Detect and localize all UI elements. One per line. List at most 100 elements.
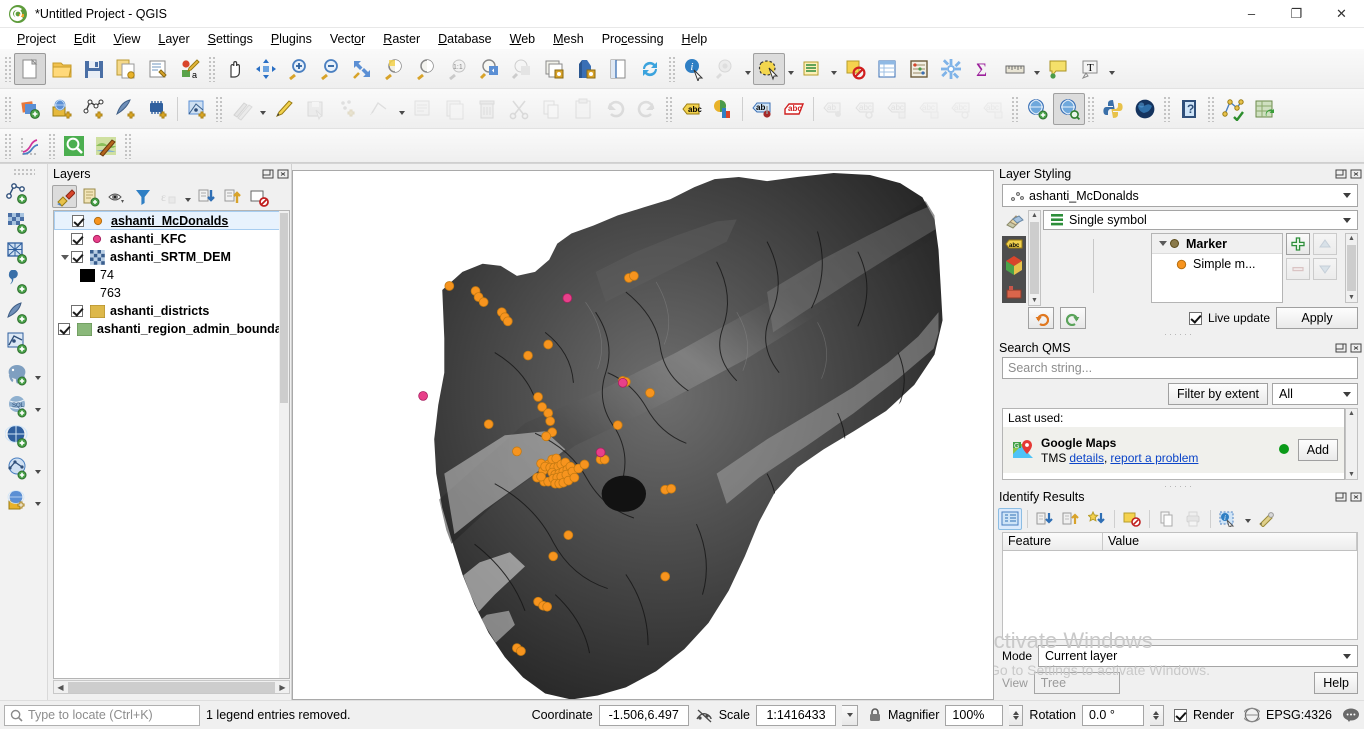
toolbar-grip[interactable]	[1011, 95, 1019, 122]
open-layer-styling-icon[interactable]	[52, 185, 77, 208]
menu-settings[interactable]: Settings	[199, 30, 262, 48]
multi-edit-icon[interactable]	[439, 93, 471, 125]
add-raster-layer-icon[interactable]	[46, 93, 78, 125]
renderer-combo[interactable]: Single symbol	[1043, 210, 1358, 230]
save-layer-edits-icon[interactable]	[300, 93, 332, 125]
qms-add-button[interactable]: Add	[1297, 439, 1338, 461]
sum-icon[interactable]: Σ	[967, 53, 999, 85]
qms-results-scrollbar[interactable]: ▲ ▼	[1345, 408, 1358, 480]
move-label-icon[interactable]: ab	[817, 93, 849, 125]
panel-splitter[interactable]: ······	[994, 330, 1364, 339]
new-project-icon[interactable]	[14, 52, 46, 85]
pin-labels-icon[interactable]: ab	[746, 93, 778, 125]
mcdonalds-point-marker[interactable]	[523, 350, 533, 361]
layer-visibility-checkbox[interactable]	[71, 251, 83, 263]
deselect-features-icon[interactable]	[839, 53, 871, 85]
menu-plugins[interactable]: Plugins	[262, 30, 321, 48]
chevron-down-icon[interactable]	[33, 484, 44, 516]
chevron-down-icon[interactable]	[1339, 193, 1355, 198]
qms-report-problem-link[interactable]: report a problem	[1110, 451, 1198, 465]
toolbar-grip[interactable]	[668, 55, 676, 82]
identify-help-button[interactable]: Help	[1314, 672, 1358, 694]
scroll-left-icon[interactable]: ◀	[54, 683, 67, 692]
symbol-tree-row-simple-marker[interactable]: Simple m...	[1152, 254, 1282, 274]
move-symbol-layer-up-button[interactable]	[1313, 233, 1337, 255]
pan-to-selection-icon[interactable]	[250, 53, 282, 85]
toolbar-grip[interactable]	[48, 132, 56, 159]
label-toolbar-icon[interactable]: abc	[675, 93, 707, 125]
add-vector-layer-icon[interactable]	[3, 178, 33, 208]
toolbar-grip[interactable]	[1207, 95, 1215, 122]
pan-map-icon[interactable]	[218, 53, 250, 85]
paste-features-icon[interactable]	[567, 93, 599, 125]
toggle-editing-icon[interactable]	[268, 93, 300, 125]
undock-icon[interactable]	[1334, 341, 1347, 354]
kfc-point-marker[interactable]	[595, 447, 606, 458]
layer-tree-scrollbar[interactable]	[279, 211, 289, 678]
layer-tree-row[interactable]: 763	[54, 284, 289, 302]
chevron-down-icon[interactable]	[742, 53, 753, 85]
messages-icon[interactable]	[1342, 707, 1360, 723]
redo-icon[interactable]	[631, 93, 663, 125]
expand-new-icon[interactable]	[1033, 508, 1057, 530]
render-checkbox[interactable]	[1173, 708, 1187, 722]
maximize-button[interactable]: ❐	[1274, 0, 1319, 28]
crs-label[interactable]: EPSG:4326	[1266, 708, 1332, 722]
chevron-down-icon[interactable]	[257, 93, 268, 125]
layer-visibility-checkbox[interactable]	[58, 323, 70, 335]
delete-selected-icon[interactable]	[471, 93, 503, 125]
manage-visibility-icon[interactable]	[104, 185, 129, 208]
3d-view-tab-icon[interactable]	[1002, 251, 1026, 282]
change-label2-icon[interactable]: abc	[977, 93, 1009, 125]
minimize-button[interactable]: –	[1229, 0, 1274, 28]
remove-symbol-layer-button[interactable]	[1286, 258, 1310, 280]
scroll-up-icon[interactable]: ▲	[1348, 234, 1355, 243]
mcdonalds-point-marker[interactable]	[542, 601, 553, 612]
layer-tree-row[interactable]: ashanti_SRTM_DEM	[54, 248, 289, 266]
add-symbol-layer-button[interactable]	[1286, 233, 1310, 255]
chevron-down-icon[interactable]	[1242, 508, 1253, 530]
toolbar-grip[interactable]	[1163, 95, 1171, 122]
mcdonalds-point-marker[interactable]	[543, 408, 554, 418]
expand-all-icon[interactable]	[194, 185, 219, 208]
apply-button[interactable]: Apply	[1276, 307, 1358, 329]
project-properties-icon[interactable]	[142, 53, 174, 85]
menu-mesh[interactable]: Mesh	[544, 30, 593, 48]
map-canvas-frame[interactable]	[292, 170, 994, 700]
add-postgis-layer-icon[interactable]	[3, 359, 33, 389]
diagrams-tab-icon[interactable]	[1002, 281, 1026, 303]
qms-search-input[interactable]: Search string...	[1002, 357, 1358, 379]
styling-tabs-scrollbar[interactable]: ▲ ▼	[1028, 210, 1041, 306]
qms-locate-icon[interactable]	[58, 130, 90, 162]
toolbar-grip[interactable]	[215, 95, 223, 122]
remove-layer-icon[interactable]	[246, 185, 271, 208]
copy-features-icon[interactable]	[535, 93, 567, 125]
layer-tree-row[interactable]: 74	[54, 266, 289, 284]
kfc-point-marker[interactable]	[418, 391, 428, 401]
add-mesh-layer-icon[interactable]	[181, 93, 213, 125]
layer-visibility-checkbox[interactable]	[72, 214, 84, 227]
toolbar-grip[interactable]	[4, 132, 12, 159]
layer-tree-row[interactable]: ashanti_region_admin_boundary	[54, 320, 289, 338]
scroll-down-icon[interactable]: ▼	[1348, 470, 1355, 479]
undo-icon[interactable]	[599, 93, 631, 125]
add-spatialite-icon[interactable]	[3, 298, 33, 328]
reload-table-icon[interactable]	[1249, 93, 1281, 125]
mcdonalds-point-marker[interactable]	[543, 339, 554, 350]
add-mssql-layer-icon[interactable]: SQL	[3, 391, 33, 421]
symbol-tree-row-marker[interactable]: Marker	[1152, 234, 1282, 254]
mcdonalds-point-marker[interactable]	[660, 571, 671, 582]
coordinate-field[interactable]: -1.506,6.497	[598, 704, 689, 726]
filter-by-extent-button[interactable]: Filter by extent	[1168, 383, 1268, 405]
kfc-point-marker[interactable]	[617, 377, 628, 388]
scale-dropdown[interactable]	[842, 704, 858, 726]
add-spatialite-icon[interactable]	[110, 93, 142, 125]
add-wfs-layer-icon[interactable]	[3, 453, 33, 483]
identify-results-table[interactable]	[1002, 551, 1358, 640]
chevron-down-icon[interactable]	[396, 93, 407, 125]
move-label2-icon[interactable]: abc	[913, 93, 945, 125]
undo-style-button[interactable]	[1028, 307, 1054, 329]
qms-details-link[interactable]: details	[1069, 451, 1104, 465]
menu-processing[interactable]: Processing	[593, 30, 673, 48]
crs-icon[interactable]	[1243, 707, 1260, 723]
